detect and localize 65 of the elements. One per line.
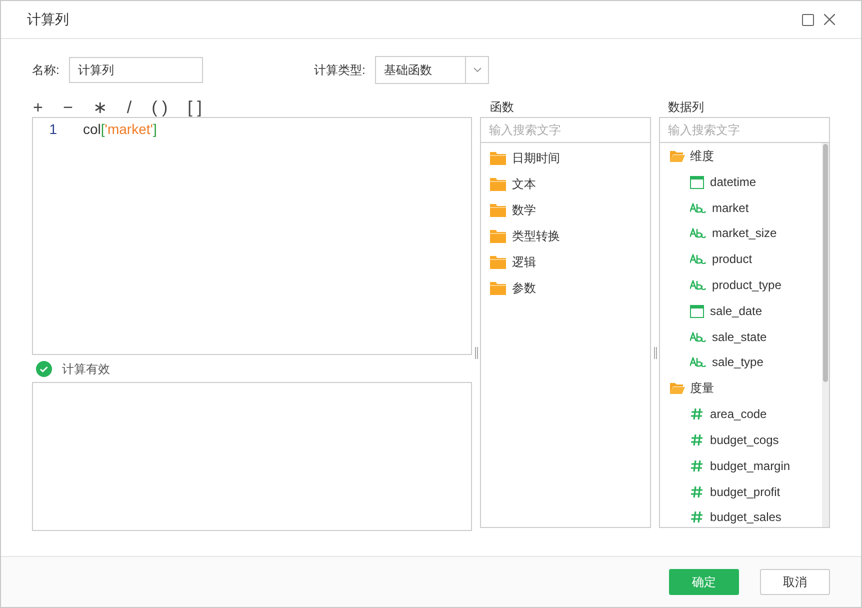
column-item[interactable]: sale_state: [660, 324, 822, 350]
column-item[interactable]: budget_cogs: [660, 427, 822, 453]
operator-button[interactable]: ∗: [92, 98, 107, 116]
abc-icon: [690, 280, 706, 290]
search-field[interactable]: 输入搜索文字: [481, 118, 650, 143]
calc-type-select[interactable]: 基础函数: [375, 56, 489, 84]
abc-icon: [690, 332, 706, 342]
column-item[interactable]: product: [660, 246, 822, 272]
function-category[interactable]: 文本: [481, 171, 650, 197]
abc-icon: [690, 202, 706, 213]
hash-icon: [691, 460, 704, 472]
folder-icon: [490, 203, 506, 217]
column-item[interactable]: sale_type: [660, 350, 822, 376]
folder-icon: [490, 229, 506, 243]
open-folder-icon: [669, 149, 686, 163]
column-item[interactable]: budget_sales: [660, 504, 822, 530]
function-category[interactable]: 参数: [481, 275, 650, 301]
folder-item[interactable]: 维度: [660, 143, 822, 169]
folder-icon: [490, 151, 506, 165]
functions-title: 函数: [489, 99, 516, 115]
column-item[interactable]: datetime: [660, 169, 822, 195]
name-label: 名称:: [32, 62, 60, 79]
cancel-button[interactable]: 取消: [760, 569, 830, 595]
folder-icon: [490, 255, 506, 269]
column-item[interactable]: budget_margin: [660, 452, 822, 479]
hash-icon: [691, 486, 704, 498]
hash-icon: [691, 511, 704, 524]
column-item[interactable]: market: [660, 194, 822, 221]
calendar-icon: [690, 174, 704, 189]
open-folder-icon: [669, 381, 686, 396]
columns-title: 数据列: [667, 99, 706, 115]
folder-icon: [490, 281, 506, 295]
column-item[interactable]: product_type: [660, 272, 822, 298]
close-icon[interactable]: [824, 14, 835, 25]
operator-button[interactable]: +: [33, 98, 43, 116]
column-item[interactable]: sale_date: [660, 298, 822, 324]
search-field[interactable]: 输入搜索文字: [660, 118, 830, 143]
abc-icon: [690, 357, 706, 368]
hash-icon: [691, 434, 704, 446]
calc-type-label: 计算类型:: [314, 62, 366, 79]
operator-button[interactable]: /: [126, 98, 132, 116]
operator-button[interactable]: −: [62, 98, 73, 116]
maximize-icon[interactable]: [802, 14, 814, 26]
function-category[interactable]: 类型转换: [481, 223, 650, 249]
name-field[interactable]: 计算列: [69, 57, 203, 83]
operator-button[interactable]: ( ): [152, 98, 168, 116]
abc-icon: [690, 254, 706, 264]
function-category[interactable]: 日期时间: [481, 145, 650, 171]
column-item[interactable]: market_size: [660, 220, 822, 246]
hash-icon: [691, 408, 704, 420]
function-category[interactable]: 数学: [481, 197, 650, 223]
function-category[interactable]: 逻辑: [481, 249, 650, 275]
column-item[interactable]: budget_profit: [660, 478, 822, 505]
expression-editor[interactable]: 1 col['market']: [32, 117, 472, 355]
abc-icon: [690, 228, 706, 238]
operator-button[interactable]: [ ]: [188, 98, 202, 116]
chevron-down-icon: [472, 67, 482, 73]
line-number: 1: [48, 120, 57, 138]
folder-icon: [490, 177, 506, 191]
window-title: 计算列: [27, 10, 70, 29]
calendar-icon: [690, 304, 704, 318]
status-text: 计算有效: [62, 360, 110, 378]
column-item[interactable]: area_code: [660, 401, 822, 428]
code-line: col['market']: [83, 120, 157, 139]
folder-item[interactable]: 度量: [660, 375, 822, 402]
